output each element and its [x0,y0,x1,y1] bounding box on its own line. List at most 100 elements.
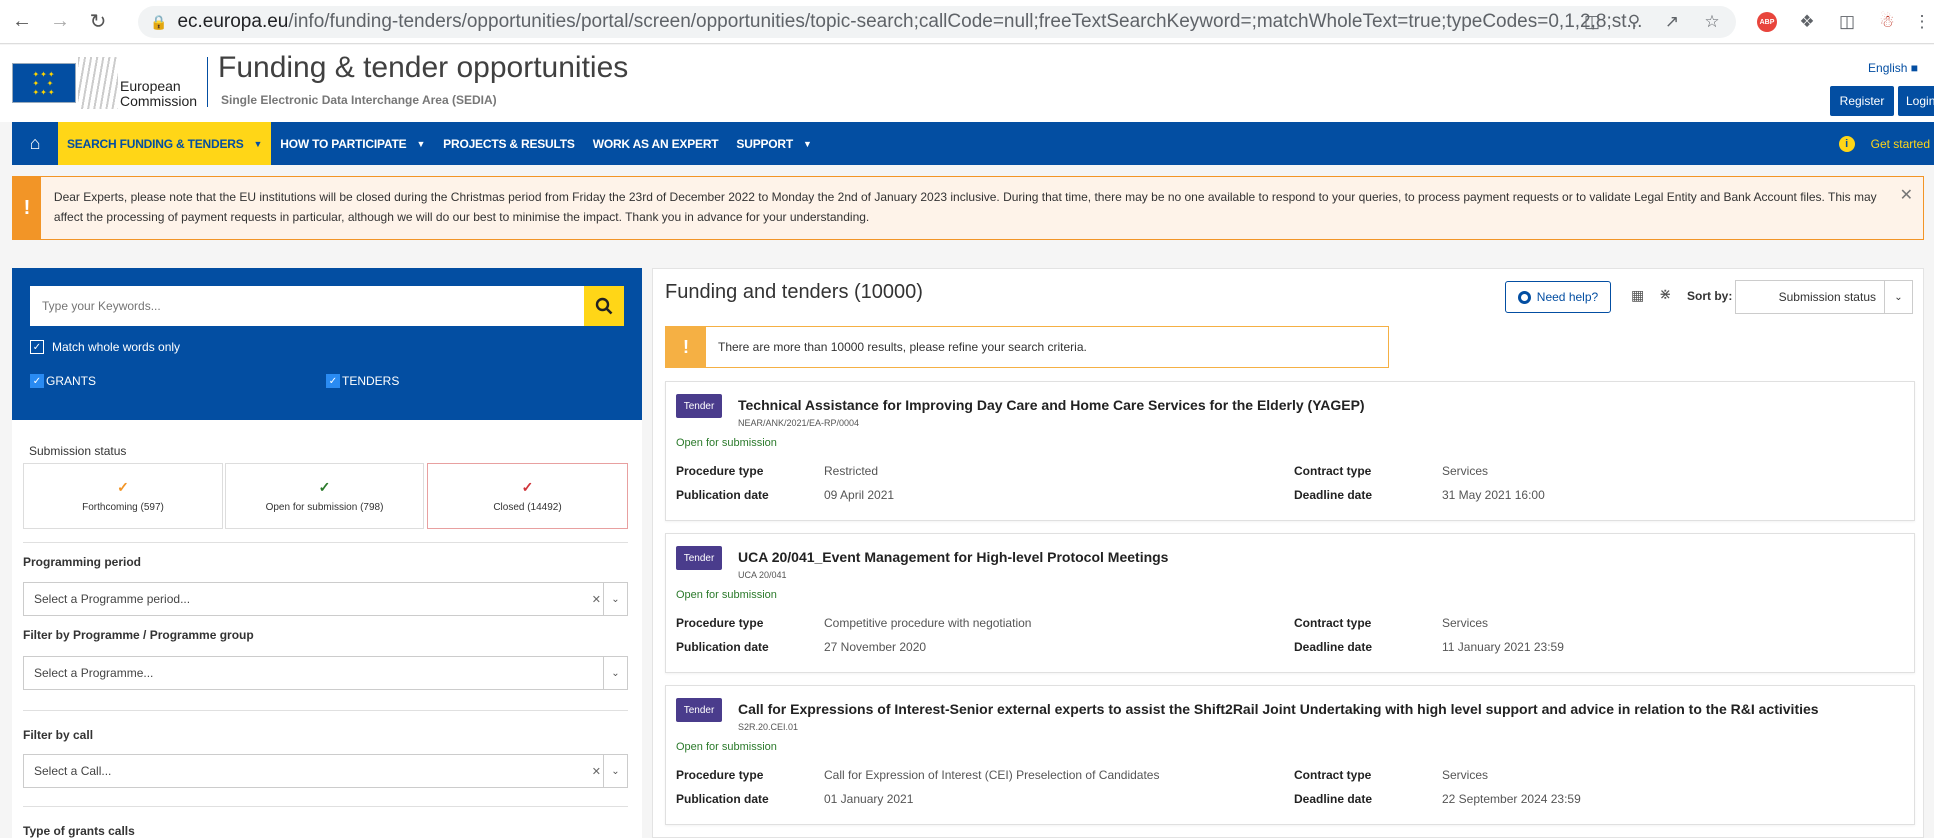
deadline-date-label: Deadline date [1294,488,1373,502]
translate-icon[interactable]: ◫ [1580,10,1604,34]
grants-checkbox[interactable]: ✓ GRANTS [30,374,96,388]
match-whole-checkbox[interactable]: ✓ Match whole words only [30,340,180,354]
procedure-type-label: Procedure type [676,768,764,782]
contract-type-value: Services [1442,464,1489,478]
site-header: ✦✦✦ ✦ ✦ ✦✦✦ European Commission Funding & … [0,45,1934,122]
check-icon: ✓ [318,479,331,495]
calendar-icon[interactable]: ▦ [1631,287,1644,304]
sort-select[interactable]: Submission status ⌄ [1735,280,1913,314]
clear-icon[interactable]: ✕ [592,765,601,778]
contract-type-value: Services [1442,616,1489,630]
close-icon[interactable]: ✕ [1900,185,1913,205]
programme-select[interactable]: Select a Programme... ⌄ [23,656,628,690]
nav-how-to-participate[interactable]: HOW TO PARTICIPATE ▼ [271,122,434,165]
nav-search-funding[interactable]: SEARCH FUNDING & TENDERS ▼ [58,122,272,165]
procedure-type-label: Procedure type [676,616,764,630]
lock-icon[interactable]: 🔒 [150,14,167,31]
deadline-date-label: Deadline date [1294,792,1373,806]
forward-icon[interactable]: → [44,6,76,38]
programming-period-select[interactable]: Select a Programme period... ✕ ⌄ [23,582,628,616]
alert-text: Dear Experts, please note that the EU in… [53,190,1877,224]
status-open[interactable]: ✓ Open for submission (798) [225,463,424,529]
closure-alert: ! Dear Experts, please note that the EU … [12,176,1924,240]
sidepanel-icon[interactable]: ◫ [1835,10,1859,34]
logo-graphic [78,57,118,109]
result-identifier: S2R.20.CEI.01 [738,722,799,732]
publication-date-value: 09 April 2021 [824,488,895,502]
divider [23,542,628,543]
nav-projects-results[interactable]: PROJECTS & RESULTS [434,122,584,165]
check-icon: ✓ [30,374,44,388]
procedure-type-value: Call for Expression of Interest (CEI) Pr… [824,768,1160,782]
home-icon[interactable]: ⌂ [12,122,58,165]
warning-icon: ! [666,327,706,367]
results-panel: Funding and tenders (10000) Need help? ▦… [652,268,1924,838]
zoom-icon[interactable]: ⚲ [1622,10,1646,34]
programming-period-label: Programming period [23,555,142,569]
back-icon[interactable]: ← [6,6,38,38]
check-icon: ✓ [326,374,340,388]
result-identifier: NEAR/ANK/2021/EA-RP/0004 [738,418,860,428]
programme-filter-label: Filter by Programme / Programme group [23,628,254,642]
extensions-icon[interactable]: ❖ [1795,10,1819,34]
result-title[interactable]: Technical Assistance for Improving Day C… [738,397,1365,413]
reload-icon[interactable]: ↻ [82,6,114,38]
star-icon[interactable]: ☆ [1700,10,1724,34]
header-divider [207,57,208,107]
tenders-checkbox[interactable]: ✓ TENDERS [326,374,399,388]
publication-date-label: Publication date [676,792,769,806]
caret-down-icon: ▼ [253,138,263,149]
portal-subtitle: Single Electronic Data Interchange Area … [221,93,497,107]
chevron-down-icon[interactable]: ⌄ [1884,281,1912,313]
deadline-date-label: Deadline date [1294,640,1373,654]
result-title[interactable]: Call for Expressions of Interest-Senior … [738,701,1819,717]
language-selector[interactable]: English ■ [1868,61,1918,75]
chevron-down-icon[interactable]: ⌄ [603,657,627,689]
procedure-type-label: Procedure type [676,464,764,478]
call-select[interactable]: Select a Call... ✕ ⌄ [23,754,628,788]
deadline-date-value: 11 January 2021 23:59 [1442,640,1564,654]
chevron-down-icon[interactable]: ⌄ [603,583,627,615]
submission-status-label: Submission status [29,444,127,458]
result-card[interactable]: Tender Call for Expressions of Interest-… [665,685,1915,825]
publication-date-label: Publication date [676,640,769,654]
globe-icon: ■ [1910,61,1918,75]
result-status: Open for submission [676,437,777,449]
ec-name: European Commission [120,78,198,109]
share-icon[interactable]: ↗ [1660,10,1684,34]
rss-icon[interactable]: ⋇ [1659,285,1672,303]
status-forthcoming[interactable]: ✓ Forthcoming (597) [23,463,223,529]
status-closed[interactable]: ✓ Closed (14492) [427,463,628,529]
eu-flag-icon: ✦✦✦ ✦ ✦ ✦✦✦ [12,63,76,103]
register-button[interactable]: Register [1830,86,1894,116]
need-help-button[interactable]: Need help? [1505,281,1611,313]
adblock-icon[interactable]: ABP [1755,10,1779,34]
check-icon: ✓ [521,479,534,495]
address-bar[interactable]: 🔒 ec.europa.eu/info/funding-tenders/oppo… [138,6,1736,38]
result-title[interactable]: UCA 20/041_Event Management for High-lev… [738,549,1168,565]
results-warning: ! There are more than 10000 results, ple… [665,326,1389,368]
menu-icon[interactable]: ⋮ [1910,10,1934,34]
portal-title: Funding & tender opportunities [218,51,629,84]
result-card[interactable]: Tender Technical Assistance for Improvin… [665,381,1915,521]
search-button[interactable] [584,286,624,326]
sort-by-label: Sort by: [1687,289,1733,303]
search-panel: ✓Match whole words only ✓GRANTS ✓TENDERS [12,268,642,420]
caret-down-icon: ▼ [416,138,426,149]
get-started-link[interactable]: i Get started [1838,122,1934,165]
clear-icon[interactable]: ✕ [592,593,601,606]
url-text[interactable]: ec.europa.eu/info/funding-tenders/opport… [177,11,1642,33]
nav-support[interactable]: SUPPORT ▼ [727,122,820,165]
result-identifier: UCA 20/041 [738,570,787,580]
chevron-down-icon[interactable]: ⌄ [603,755,627,787]
nav-work-as-expert[interactable]: WORK AS AN EXPERT [584,122,728,165]
publication-date-label: Publication date [676,488,769,502]
login-button[interactable]: Login [1898,86,1934,116]
browser-toolbar: ← → ↻ 🔒 ec.europa.eu/info/funding-tender… [0,0,1934,44]
keyword-search-input[interactable] [30,286,590,326]
contract-type-label: Contract type [1294,768,1372,782]
publication-date-value: 27 November 2020 [824,640,927,654]
result-card[interactable]: Tender UCA 20/041_Event Management for H… [665,533,1915,673]
result-status: Open for submission [676,741,777,753]
profile-icon[interactable]: ☃ [1875,10,1899,34]
